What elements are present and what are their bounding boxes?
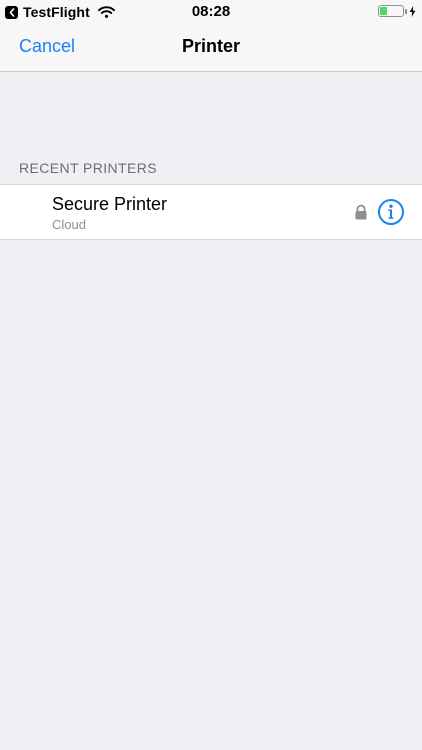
charging-bolt-icon — [409, 5, 416, 17]
printer-name: Secure Printer — [52, 194, 168, 214]
status-bar: TestFlight 08:28 — [0, 0, 422, 24]
cancel-button[interactable]: Cancel — [19, 36, 75, 57]
printer-type: Cloud — [52, 217, 86, 232]
top-bar: TestFlight 08:28 Cancel Printer — [0, 0, 422, 72]
section-header-recent-printers: RECENT PRINTERS — [19, 160, 157, 176]
lock-icon — [353, 204, 369, 220]
status-time: 08:28 — [191, 3, 231, 20]
navigation-bar: Cancel Printer — [0, 24, 422, 72]
printer-row-secure-printer[interactable]: Secure Printer Cloud — [0, 185, 422, 239]
battery-tip — [405, 8, 407, 14]
info-icon[interactable] — [377, 198, 405, 226]
battery-indicator — [378, 5, 416, 17]
battery-level-fill — [380, 7, 387, 15]
printer-list: Secure Printer Cloud — [0, 184, 422, 240]
battery-icon — [378, 5, 404, 17]
